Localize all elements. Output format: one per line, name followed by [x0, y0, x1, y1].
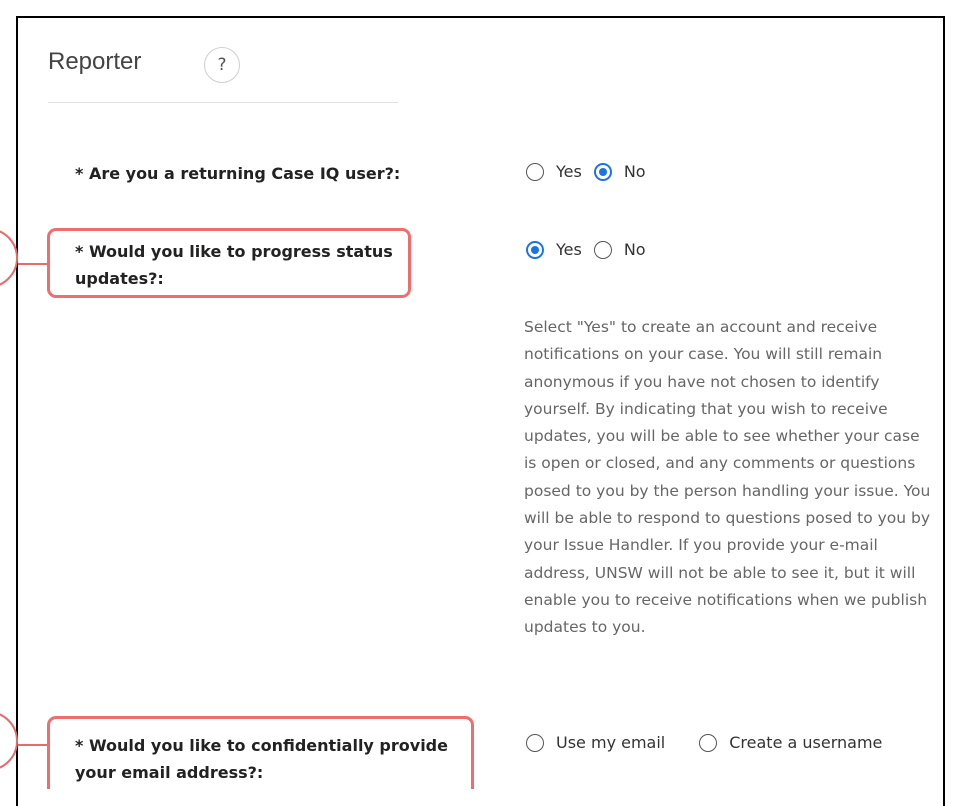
radio-returning-user-no[interactable]: No	[593, 162, 646, 181]
radio-circle[interactable]	[526, 240, 544, 259]
status-updates-help-text: Select "Yes" to create an account and re…	[524, 318, 931, 637]
radio-circle[interactable]	[526, 733, 544, 752]
section-divider	[48, 102, 398, 103]
radio-status-updates-yes[interactable]: Yes	[526, 240, 582, 259]
returning-user-radio-group: Yes No	[526, 162, 658, 181]
question-email-label: * Would you like to confidentially provi…	[75, 736, 448, 782]
radio-circle[interactable]	[699, 733, 718, 752]
radio-label: Use my email	[556, 733, 666, 752]
radio-circle[interactable]	[593, 240, 612, 259]
callout-line-lower	[18, 744, 48, 746]
callout-line-upper	[18, 263, 48, 265]
radio-label: No	[623, 240, 646, 259]
status-updates-radio-group: Yes No	[526, 240, 658, 259]
radio-label: Yes	[556, 240, 582, 259]
email-radio-group: Use my email Create a username	[526, 733, 894, 752]
help-icon: ?	[217, 55, 227, 75]
help-button[interactable]: ?	[204, 47, 240, 83]
radio-label: No	[623, 162, 646, 181]
radio-label: Create a username	[729, 733, 883, 752]
radio-use-my-email[interactable]: Use my email	[526, 733, 665, 752]
radio-returning-user-yes[interactable]: Yes	[526, 162, 582, 181]
question-status-updates-label: * Would you like to progress status upda…	[75, 242, 393, 288]
radio-circle[interactable]	[526, 162, 544, 181]
section-title: Reporter	[48, 48, 142, 75]
radio-status-updates-no[interactable]: No	[593, 240, 646, 259]
radio-label: Yes	[556, 162, 582, 181]
radio-create-username[interactable]: Create a username	[699, 733, 882, 752]
radio-circle[interactable]	[593, 162, 612, 181]
question-returning-user-label: * Are you a returning Case IQ user?:	[75, 164, 401, 183]
